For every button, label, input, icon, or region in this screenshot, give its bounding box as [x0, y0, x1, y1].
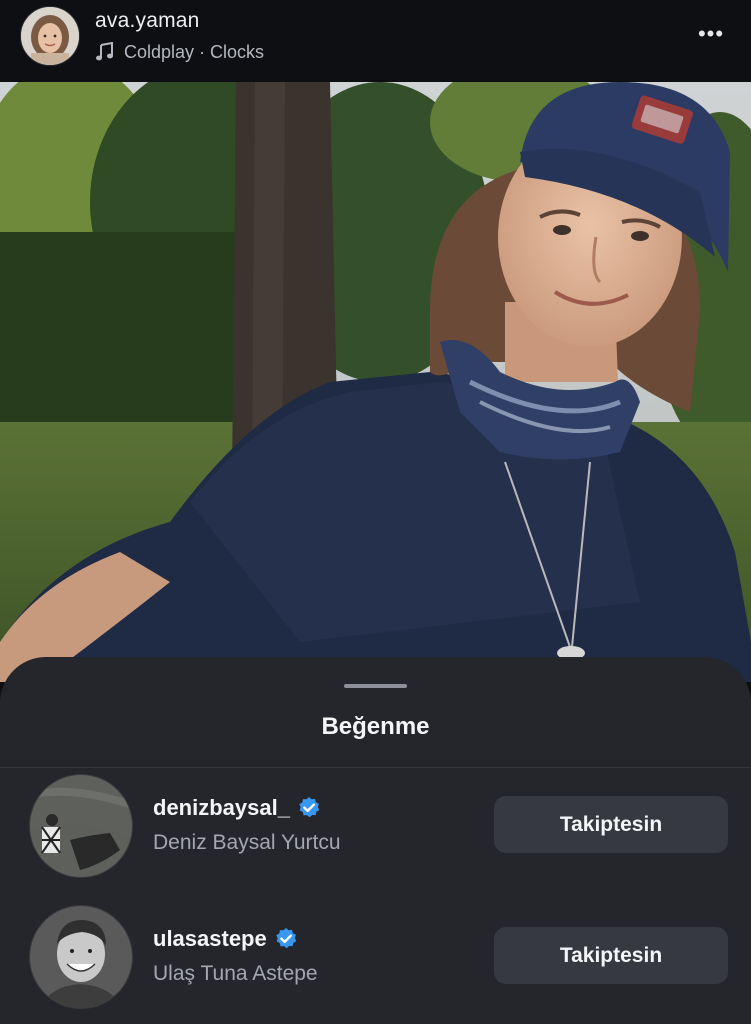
following-button[interactable]: Takiptesin [494, 927, 728, 984]
sheet-title: Beğenme [321, 713, 430, 740]
song-label: Coldplay · Clocks [124, 41, 265, 62]
verified-badge-icon [299, 797, 320, 818]
profile-avatar[interactable] [20, 6, 80, 66]
sheet-divider [0, 767, 751, 768]
full-name: Ulaş Tuna Astepe [153, 962, 318, 985]
full-name: Deniz Baysal Yurtcu [153, 831, 341, 854]
like-username[interactable]: ulasastepe [153, 926, 298, 952]
avatar-image [30, 775, 132, 877]
avatar-image [30, 906, 132, 1008]
avatar[interactable] [29, 905, 133, 1009]
story-header: ava.yaman Coldplay · Clocks ••• [0, 0, 751, 82]
music-note-icon [96, 42, 113, 61]
username-text: ulasastepe [153, 926, 267, 951]
story-photo-image [0, 82, 751, 682]
like-list-item[interactable]: denizbaysal_ Deniz Baysal Yurtcu Takipte… [0, 774, 751, 884]
profile-avatar-image [21, 7, 79, 65]
story-likes-screen: ava.yaman Coldplay · Clocks ••• Beğenme … [0, 0, 751, 1024]
like-username[interactable]: denizbaysal_ [153, 795, 321, 821]
sheet-drag-handle[interactable] [344, 684, 407, 688]
story-username[interactable]: ava.yaman [95, 9, 200, 33]
story-photo [0, 82, 751, 682]
music-info[interactable]: Coldplay · Clocks [95, 40, 264, 64]
username-text: denizbaysal_ [153, 795, 290, 820]
verified-badge-icon [276, 928, 297, 949]
likes-bottom-sheet: Beğenme denizbaysal_ Deniz Baysal Yurtcu… [0, 657, 751, 1024]
avatar[interactable] [29, 774, 133, 878]
following-button[interactable]: Takiptesin [494, 796, 728, 853]
more-options-icon[interactable]: ••• [695, 20, 727, 48]
like-list-item[interactable]: ulasastepe Ulaş Tuna Astepe Takiptesin [0, 905, 751, 1015]
